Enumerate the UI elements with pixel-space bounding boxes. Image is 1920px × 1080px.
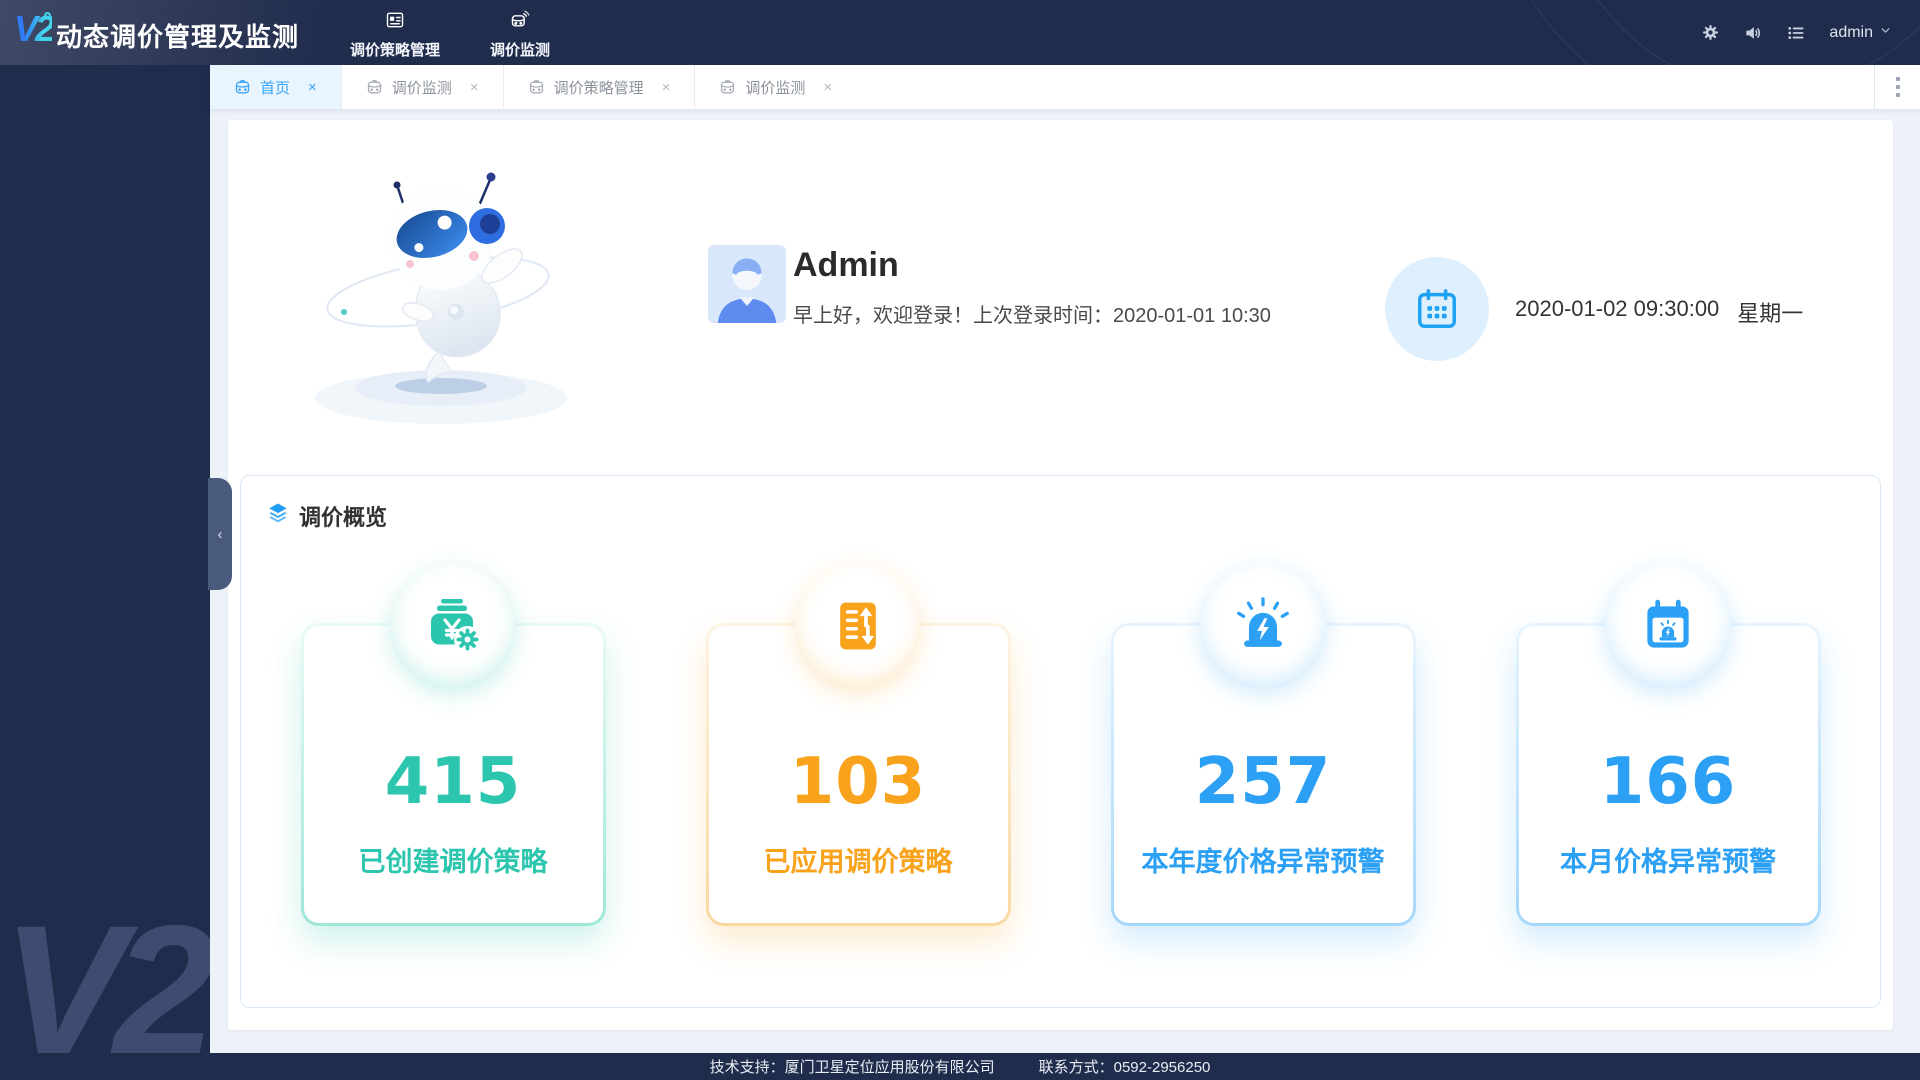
overview-header: 调价概览: [267, 500, 387, 532]
tab-label: 调价监测: [745, 79, 806, 97]
stat-cards-row: 415 已创建调价策略 103 已应用调价策略 257 本年度价格异常预警 16…: [241, 563, 1880, 926]
main-content: Admin 早上好，欢迎登录！上次登录时间：2020-01-01 10:30 2…: [210, 109, 1920, 1053]
nav-label: 调价策略管理: [350, 41, 441, 59]
current-datetime: 2020-01-02 09:30:00 星期一: [1515, 296, 1803, 328]
footer-contact-text: 联系方式：0592-2956250: [1038, 1059, 1211, 1076]
stat-value: 257: [1194, 745, 1332, 819]
sidebar-collapse-handle[interactable]: ‹: [208, 478, 232, 590]
stat-value: 415: [384, 745, 522, 819]
avatar: [708, 245, 786, 323]
greeting-message: 早上好，欢迎登录！上次登录时间：2020-01-01 10:30: [793, 305, 1271, 327]
user-name: admin: [1829, 23, 1873, 41]
logo-dot: [44, 12, 51, 19]
home-panel: Admin 早上好，欢迎登录！上次登录时间：2020-01-01 10:30 2…: [228, 120, 1893, 1030]
stat-label: 本月价格异常预警: [1560, 847, 1776, 877]
stat-card-applied-strategies: 103 已应用调价策略: [706, 563, 1011, 926]
layers-icon: [267, 502, 289, 531]
siren-icon: [1200, 563, 1326, 689]
close-icon[interactable]: ×: [823, 80, 832, 95]
nav-item-strategy-management[interactable]: 调价策略管理: [348, 0, 442, 65]
close-icon[interactable]: ×: [662, 80, 671, 95]
weekday-value: 星期一: [1737, 301, 1804, 326]
sidebar-watermark-logo: V2: [2, 888, 210, 1053]
stat-card-monthly-alerts: 166 本月价格异常预警: [1516, 563, 1821, 926]
stat-label: 已创建调价策略: [358, 847, 548, 877]
greeting-block: Admin 早上好，欢迎登录！上次登录时间：2020-01-01 10:30: [793, 246, 1271, 328]
top-header: V2 动态调价管理及监测 调价策略管理 调价监测 admin: [0, 0, 1920, 65]
close-icon[interactable]: ×: [308, 80, 317, 95]
tab-home[interactable]: 首页 ×: [210, 65, 341, 109]
taxi-icon: [234, 79, 251, 96]
page-footer: 技术支持：厦门卫星定位应用股份有限公司 联系方式：0592-2956250: [0, 1053, 1920, 1080]
strategy-applied-icon: [795, 563, 921, 689]
stat-value: 103: [789, 745, 927, 819]
strategy-card-icon: [385, 10, 405, 35]
tab-bar: 首页 × 调价监测 × 调价策略管理 × 调价监测 ×: [210, 65, 1920, 109]
header-actions: admin: [1701, 0, 1892, 65]
list-icon[interactable]: [1786, 23, 1806, 43]
car-monitor-icon: [510, 10, 530, 35]
taxi-icon: [719, 79, 736, 96]
sound-icon[interactable]: [1743, 23, 1763, 43]
calendar-siren-icon: [1605, 563, 1731, 689]
app-title: 动态调价管理及监测: [56, 22, 300, 52]
tab-label: 调价策略管理: [553, 79, 644, 97]
stat-value: 166: [1599, 745, 1737, 819]
settings-icon[interactable]: [1701, 23, 1720, 42]
chevron-down-icon: [1879, 24, 1892, 42]
nav-label: 调价监测: [490, 41, 551, 59]
close-icon[interactable]: ×: [470, 80, 479, 95]
calendar-icon: [1385, 257, 1489, 361]
taxi-icon: [528, 79, 545, 96]
footer-support-text: 技术支持：厦门卫星定位应用股份有限公司: [709, 1059, 995, 1076]
sidebar: V2: [0, 65, 210, 1053]
tab-label: 首页: [260, 79, 291, 97]
user-display-name: Admin: [793, 246, 899, 284]
taxi-icon: [366, 79, 383, 96]
tab-strategy-management[interactable]: 调价策略管理 ×: [502, 65, 695, 109]
nav-item-price-monitoring[interactable]: 调价监测: [488, 0, 552, 65]
stat-card-created-strategies: 415 已创建调价策略: [301, 563, 606, 926]
overview-panel: 调价概览 415 已创建调价策略 103 已应用调价策略 257 本年度价格异常…: [240, 475, 1881, 1008]
tab-overflow-menu[interactable]: [1874, 65, 1920, 109]
user-menu[interactable]: admin: [1829, 24, 1892, 42]
strategy-created-icon: [390, 563, 516, 689]
robot-mascot-illustration: [306, 160, 576, 435]
stat-card-yearly-alerts: 257 本年度价格异常预警: [1111, 563, 1416, 926]
tab-price-monitoring[interactable]: 调价监测 ×: [340, 65, 503, 109]
stat-label: 已应用调价策略: [763, 847, 953, 877]
app-root: V2 动态调价管理及监测 调价策略管理 调价监测 admin 首页 × 调价监测…: [0, 0, 1920, 1080]
stat-label: 本年度价格异常预警: [1141, 847, 1385, 877]
overview-title: 调价概览: [299, 505, 388, 530]
datetime-value: 2020-01-02 09:30:00: [1515, 296, 1720, 321]
header-nav: 调价策略管理 调价监测: [348, 0, 552, 65]
tab-label: 调价监测: [391, 79, 452, 97]
tab-price-monitoring-2[interactable]: 调价监测 ×: [694, 65, 856, 109]
